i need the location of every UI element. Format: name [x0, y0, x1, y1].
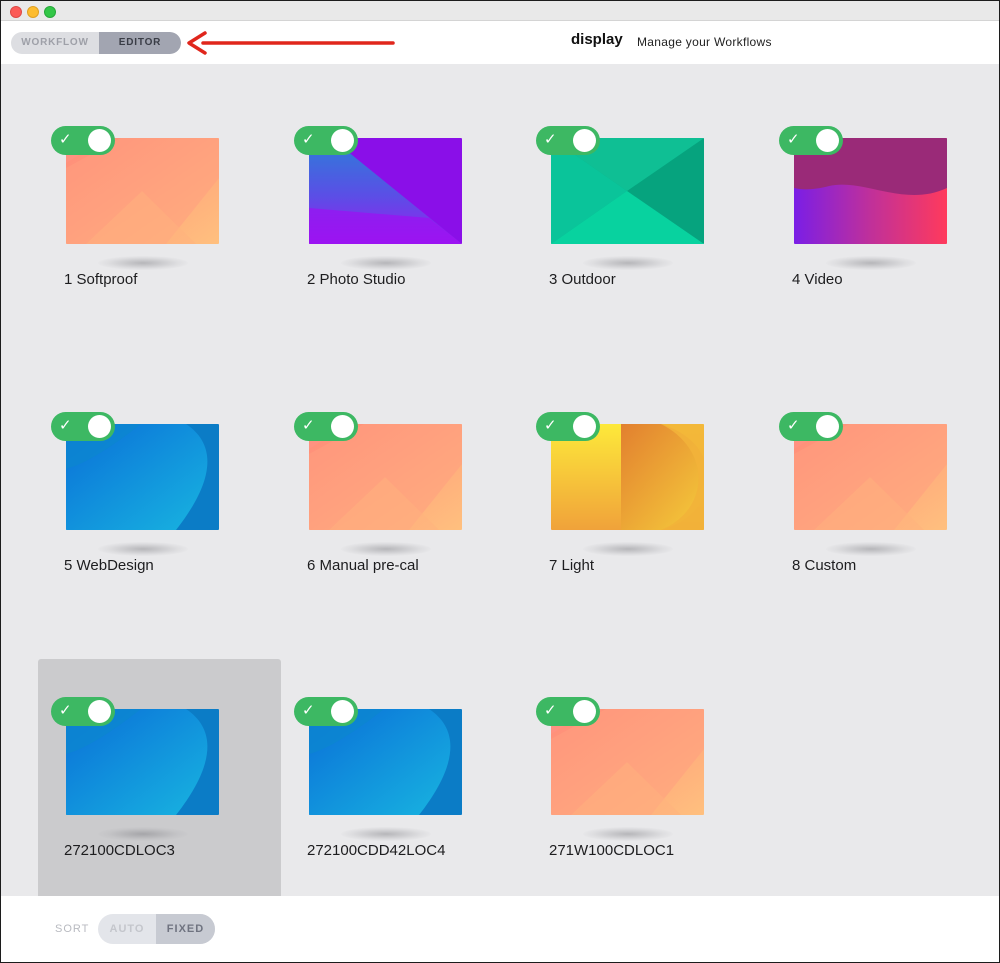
- workflow-enable-toggle[interactable]: ✓: [294, 697, 358, 726]
- workflow-card[interactable]: ✓ 7 Light: [523, 374, 766, 634]
- thumbnail-shadow: [583, 256, 673, 270]
- app-title: display: [571, 31, 623, 48]
- sort-fixed-option[interactable]: FIXED: [156, 914, 215, 944]
- toggle-knob[interactable]: [816, 129, 839, 152]
- toggle-knob[interactable]: [573, 415, 596, 438]
- workflow-enable-toggle[interactable]: ✓: [536, 412, 600, 441]
- minimize-window-button[interactable]: [27, 6, 39, 18]
- thumbnail-shadow: [583, 542, 673, 556]
- app-header: WORKFLOW EDITOR display Manage your Work…: [1, 21, 999, 64]
- workflow-enable-toggle[interactable]: ✓: [51, 697, 115, 726]
- workflow-card[interactable]: ✓ 5 WebDesign: [38, 374, 281, 634]
- close-window-button[interactable]: [10, 6, 22, 18]
- workflow-card[interactable]: ✓ 4 Video: [766, 88, 999, 348]
- workflow-label: 4 Video: [792, 271, 843, 288]
- mode-switch[interactable]: WORKFLOW EDITOR: [11, 32, 181, 54]
- sort-label: SORT: [55, 923, 90, 935]
- check-icon: ✓: [787, 131, 800, 148]
- check-icon: ✓: [544, 702, 557, 719]
- thumbnail-shadow: [98, 827, 188, 841]
- workflow-enable-toggle[interactable]: ✓: [536, 126, 600, 155]
- toggle-knob[interactable]: [573, 700, 596, 723]
- workflow-label: 272100CDLOC3: [64, 842, 175, 859]
- check-icon: ✓: [59, 417, 72, 434]
- check-icon: ✓: [787, 417, 800, 434]
- check-icon: ✓: [59, 131, 72, 148]
- workflow-enable-toggle[interactable]: ✓: [51, 412, 115, 441]
- thumbnail-shadow: [341, 827, 431, 841]
- thumbnail-shadow: [826, 542, 916, 556]
- sort-switch[interactable]: AUTO FIXED: [98, 914, 215, 944]
- workflow-enable-toggle[interactable]: ✓: [51, 126, 115, 155]
- mode-editor-option[interactable]: EDITOR: [99, 32, 181, 54]
- check-icon: ✓: [302, 417, 315, 434]
- toggle-knob[interactable]: [573, 129, 596, 152]
- toggle-knob[interactable]: [331, 700, 354, 723]
- toggle-knob[interactable]: [88, 129, 111, 152]
- workflow-enable-toggle[interactable]: ✓: [779, 412, 843, 441]
- workflow-enable-toggle[interactable]: ✓: [536, 697, 600, 726]
- thumbnail-shadow: [341, 256, 431, 270]
- thumbnail-shadow: [826, 256, 916, 270]
- workflow-label: 6 Manual pre-cal: [307, 557, 419, 574]
- check-icon: ✓: [544, 417, 557, 434]
- workflow-grid: ✓ 1 Softproof ✓ 2 Photo Studio ✓ 3 Outdoor …: [1, 64, 999, 896]
- toggle-knob[interactable]: [88, 415, 111, 438]
- workflow-label: 272100CDD42LOC4: [307, 842, 446, 859]
- app-window: WORKFLOW EDITOR display Manage your Work…: [0, 0, 1000, 963]
- check-icon: ✓: [544, 131, 557, 148]
- workflow-card[interactable]: ✓ 2 Photo Studio: [281, 88, 524, 348]
- app-subtitle: Manage your Workflows: [637, 35, 772, 49]
- thumbnail-shadow: [341, 542, 431, 556]
- workflow-card[interactable]: ✓ 8 Custom: [766, 374, 999, 634]
- mode-workflow-option[interactable]: WORKFLOW: [11, 32, 99, 54]
- workflow-card[interactable]: ✓ 271W100CDLOC1: [523, 659, 766, 919]
- footer-bar: SORT AUTO FIXED: [1, 896, 999, 962]
- workflow-label: 3 Outdoor: [549, 271, 616, 288]
- thumbnail-shadow: [583, 827, 673, 841]
- toggle-knob[interactable]: [331, 415, 354, 438]
- workflow-label: 271W100CDLOC1: [549, 842, 675, 859]
- zoom-window-button[interactable]: [44, 6, 56, 18]
- sort-auto-option[interactable]: AUTO: [98, 914, 156, 944]
- workflow-label: 1 Softproof: [64, 271, 138, 288]
- workflow-enable-toggle[interactable]: ✓: [779, 126, 843, 155]
- workflow-enable-toggle[interactable]: ✓: [294, 126, 358, 155]
- workflow-card[interactable]: ✓ 272100CDD42LOC4: [281, 659, 524, 919]
- window-titlebar: [1, 1, 999, 21]
- workflow-label: 2 Photo Studio: [307, 271, 406, 288]
- workflow-card[interactable]: ✓ 3 Outdoor: [523, 88, 766, 348]
- workflow-enable-toggle[interactable]: ✓: [294, 412, 358, 441]
- toggle-knob[interactable]: [816, 415, 839, 438]
- annotation-arrow-icon: [187, 31, 395, 55]
- workflow-card[interactable]: ✓ 1 Softproof: [38, 88, 281, 348]
- toggle-knob[interactable]: [331, 129, 354, 152]
- thumbnail-shadow: [98, 256, 188, 270]
- workflow-label: 5 WebDesign: [64, 557, 154, 574]
- check-icon: ✓: [302, 131, 315, 148]
- thumbnail-shadow: [98, 542, 188, 556]
- toggle-knob[interactable]: [88, 700, 111, 723]
- workflow-card[interactable]: ✓ 6 Manual pre-cal: [281, 374, 524, 634]
- check-icon: ✓: [59, 702, 72, 719]
- workflow-card[interactable]: ✓ 272100CDLOC3: [38, 659, 281, 896]
- workflow-label: 7 Light: [549, 557, 595, 574]
- check-icon: ✓: [302, 702, 315, 719]
- workflow-label: 8 Custom: [792, 557, 857, 574]
